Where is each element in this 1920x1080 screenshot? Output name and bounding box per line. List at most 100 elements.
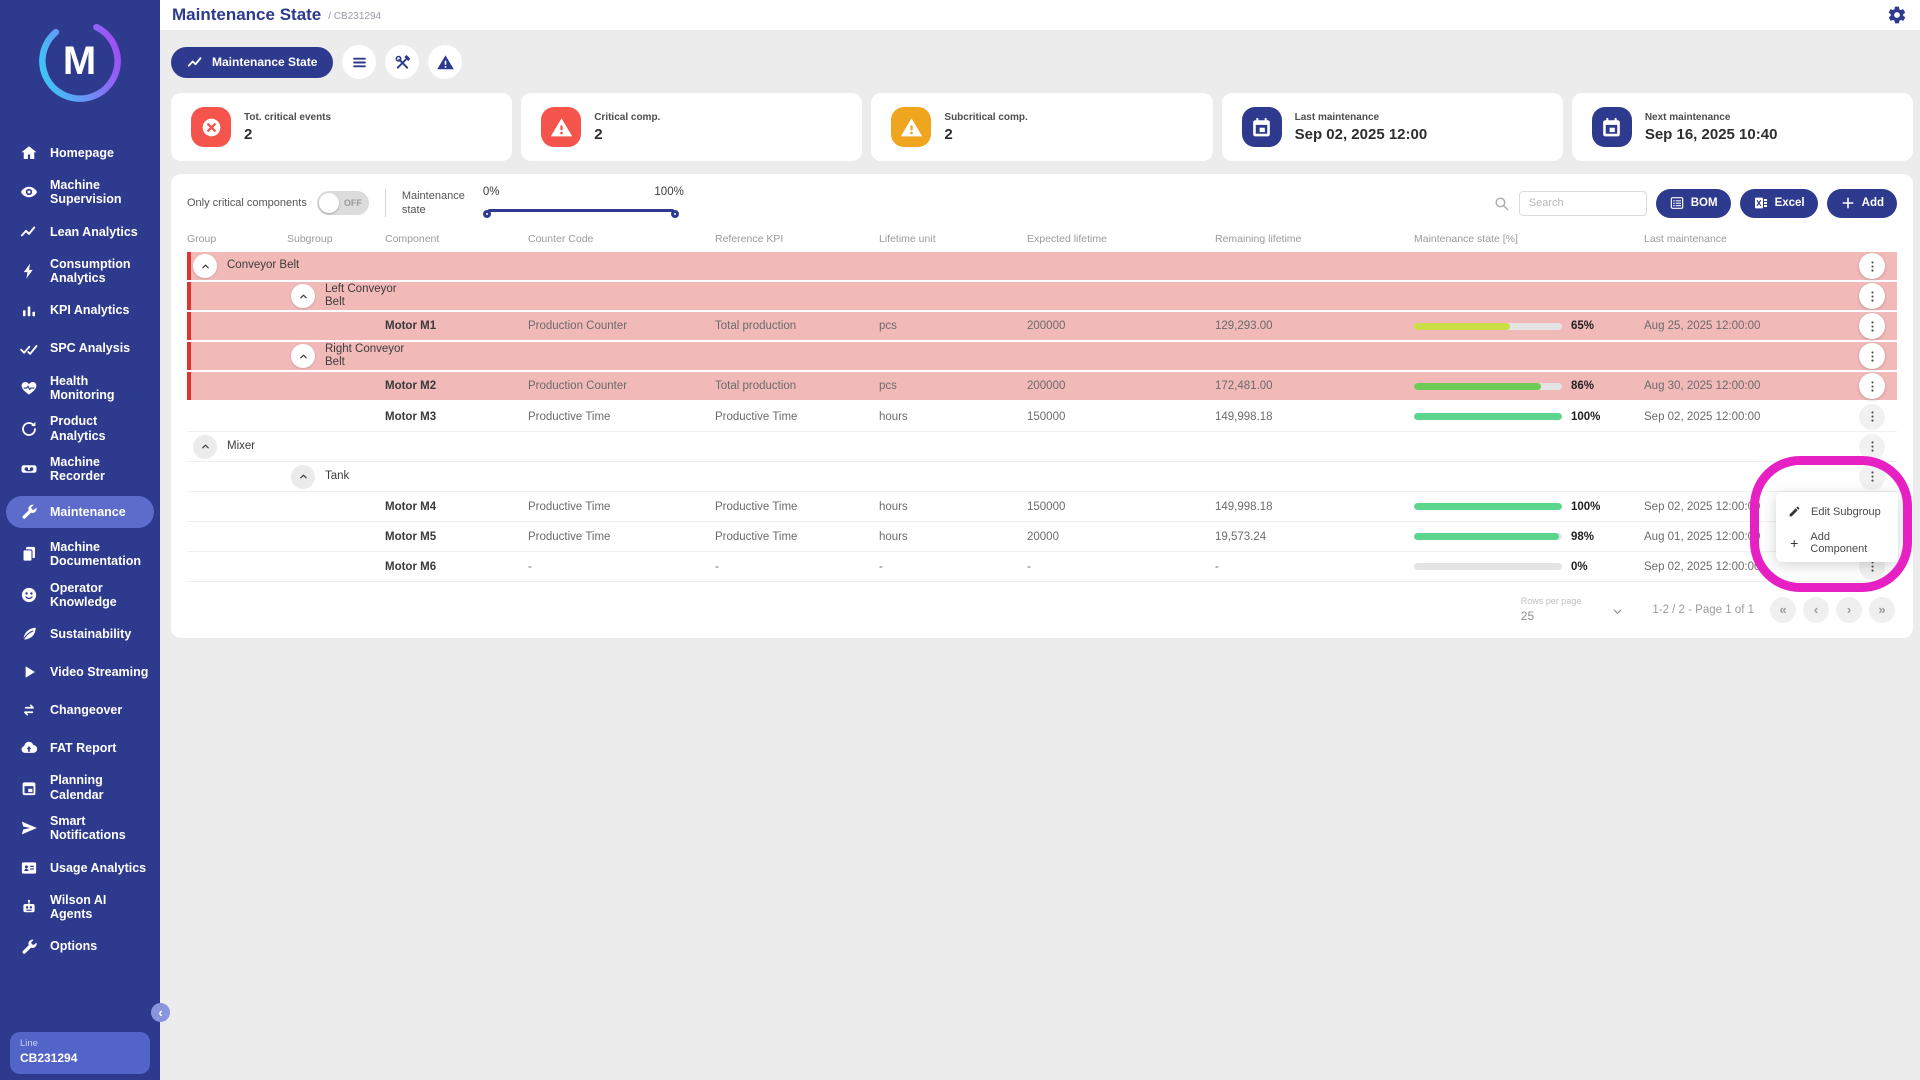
subgroup-label: Left Conveyor Belt [325, 283, 419, 309]
sidebar-nav: Homepage Machine Supervision Lean Analytic… [0, 114, 160, 972]
excel-button[interactable]: Excel [1740, 189, 1818, 218]
row-menu-button[interactable] [1859, 404, 1885, 430]
tools-button[interactable] [385, 45, 419, 79]
row-menu-button[interactable] [1859, 434, 1885, 460]
cell-remaining-lifetime: 129,293.00 [1215, 320, 1414, 332]
sidebar-item-changeover[interactable]: Changeover [6, 697, 154, 723]
component-row-motor-m4[interactable]: Motor M4Productive TimeProductive Timeho… [187, 492, 1897, 522]
row-menu-button[interactable] [1859, 373, 1885, 399]
subgroup-row-right-conveyor-belt[interactable]: Right Conveyor Belt [187, 342, 1897, 372]
sidebar-item-kpi-analytics[interactable]: KPI Analytics [6, 298, 154, 324]
sidebar-item-wilson-ai-agents[interactable]: Wilson AI Agents [6, 893, 154, 922]
sidebar-item-operator-knowledge[interactable]: Operator Knowledge [6, 581, 154, 610]
cell-reference-kpi: Total production [715, 320, 879, 332]
cell-expected-lifetime: 150000 [1027, 411, 1215, 423]
only-critical-toggle[interactable]: OFF [317, 191, 369, 215]
subgroup-row-tank[interactable]: Tank [187, 462, 1897, 492]
rows-per-page-label: Rows per page [1521, 596, 1582, 606]
sidebar-item-lean-analytics[interactable]: Lean Analytics [6, 219, 154, 245]
cell-lifetime-unit: hours [879, 531, 1027, 543]
first-page-button[interactable]: « [1770, 597, 1796, 623]
menu-item-add-component[interactable]: +Add Component [1776, 527, 1898, 558]
component-row-motor-m2[interactable]: Motor M2Production CounterTotal producti… [187, 372, 1897, 402]
hamburger-button[interactable] [342, 45, 376, 79]
collapse-chevron-icon[interactable] [193, 254, 217, 278]
sidebar-item-planning-calendar[interactable]: Planning Calendar [6, 773, 154, 802]
last-page-button[interactable]: » [1869, 597, 1895, 623]
line-selector[interactable]: Line CB231294 [10, 1032, 150, 1074]
cell-reference-kpi: - [715, 561, 879, 573]
sidebar-item-machine-documentation[interactable]: Machine Documentation [6, 540, 154, 569]
prev-page-button[interactable]: ‹ [1803, 597, 1829, 623]
collapse-chevron-icon[interactable] [193, 435, 217, 459]
sidebar-item-machine-recorder[interactable]: Machine Recorder [6, 455, 154, 484]
collapse-chevron-icon[interactable] [291, 344, 315, 368]
cell-counter-code: - [528, 561, 715, 573]
heart-icon [20, 379, 38, 397]
progress-bar [1414, 503, 1562, 510]
group-row-mixer[interactable]: Mixer [187, 432, 1897, 462]
collapse-chevron-icon[interactable] [291, 284, 315, 308]
gear-icon[interactable] [1887, 5, 1907, 25]
sidebar-item-fat-report[interactable]: FAT Report [6, 735, 154, 761]
slider-handle-max[interactable] [671, 210, 679, 218]
cell-last-maintenance: Sep 02, 2025 12:00:00 [1644, 561, 1847, 573]
kpi-label: Tot. critical events [244, 112, 331, 123]
subgroup-row-left-conveyor-belt[interactable]: Left Conveyor Belt [187, 282, 1897, 312]
collapse-chevron-icon[interactable] [291, 465, 315, 489]
cell-last-maintenance: Aug 30, 2025 12:00:00 [1644, 380, 1847, 392]
warning-button[interactable] [428, 45, 462, 79]
row-menu-button[interactable] [1859, 253, 1885, 279]
sidebar-item-usage-analytics[interactable]: Usage Analytics [6, 855, 154, 881]
sidebar-item-health-monitoring[interactable]: Health Monitoring [6, 374, 154, 403]
sidebar-collapse-button[interactable]: ‹ [151, 1003, 170, 1022]
bolt-icon [20, 262, 38, 280]
chevron-down-icon[interactable] [1611, 605, 1624, 623]
menu-item-edit-subgroup[interactable]: Edit Subgroup [1776, 496, 1898, 527]
sidebar-item-product-analytics[interactable]: Product Analytics [6, 414, 154, 443]
sidebar-item-video-streaming[interactable]: Video Streaming [6, 659, 154, 685]
component-row-motor-m6[interactable]: Motor M6-----0%Sep 02, 2025 12:00:00 [187, 552, 1897, 582]
add-button[interactable]: Add [1827, 189, 1897, 218]
sidebar-item-options[interactable]: Options [6, 934, 154, 960]
kpi-label: Last maintenance [1295, 112, 1428, 123]
sidebar-item-spc-analysis[interactable]: SPC Analysis [6, 336, 154, 362]
cell-component: Motor M3 [385, 411, 528, 423]
pencil-icon [1788, 505, 1801, 518]
bom-button[interactable]: BOM [1656, 189, 1731, 218]
slider-track[interactable] [488, 209, 674, 212]
component-row-motor-m5[interactable]: Motor M5Productive TimeProductive Timeho… [187, 522, 1897, 552]
cal-icon [1242, 107, 1282, 147]
sidebar-item-consumption-analytics[interactable]: Consumption Analytics [6, 257, 154, 286]
next-page-button[interactable]: › [1836, 597, 1862, 623]
calendar-icon [20, 779, 38, 797]
row-menu-button[interactable] [1859, 343, 1885, 369]
sidebar-item-homepage[interactable]: Homepage [6, 140, 154, 166]
tools-icon [393, 53, 412, 72]
component-row-motor-m1[interactable]: Motor M1Production CounterTotal producti… [187, 312, 1897, 342]
search-input[interactable] [1519, 191, 1647, 216]
sidebar-item-label: Operator Knowledge [50, 581, 150, 610]
rows-per-page[interactable]: Rows per page 25 [1521, 596, 1625, 623]
column-header-counter-code: Counter Code [528, 233, 715, 245]
component-row-motor-m3[interactable]: Motor M3Productive TimeProductive Timeho… [187, 402, 1897, 432]
sidebar-item-label: Machine Recorder [50, 455, 150, 484]
sidebar-item-maintenance[interactable]: Maintenance [6, 496, 154, 528]
sidebar-item-sustainability[interactable]: Sustainability [6, 621, 154, 647]
send-icon [20, 819, 38, 837]
row-menu-button[interactable] [1859, 464, 1885, 490]
sidebar-item-machine-supervision[interactable]: Machine Supervision [6, 178, 154, 207]
row-menu-button[interactable] [1859, 283, 1885, 309]
row-menu-button[interactable] [1859, 313, 1885, 339]
cell-reference-kpi: Productive Time [715, 411, 879, 423]
sidebar-item-smart-notifications[interactable]: Smart Notifications [6, 814, 154, 843]
cell-maintenance-state: 0% [1414, 561, 1644, 573]
line-value: CB231294 [20, 1051, 140, 1065]
slider-handle-min[interactable] [483, 210, 491, 218]
kpi-label: Next maintenance [1645, 112, 1778, 123]
progress-bar [1414, 383, 1562, 390]
progress-bar [1414, 323, 1562, 330]
tab-maintenance-state[interactable]: Maintenance State [171, 47, 333, 78]
group-row-conveyor-belt[interactable]: Conveyor Belt [187, 252, 1897, 282]
app-logo[interactable]: M [33, 14, 127, 108]
